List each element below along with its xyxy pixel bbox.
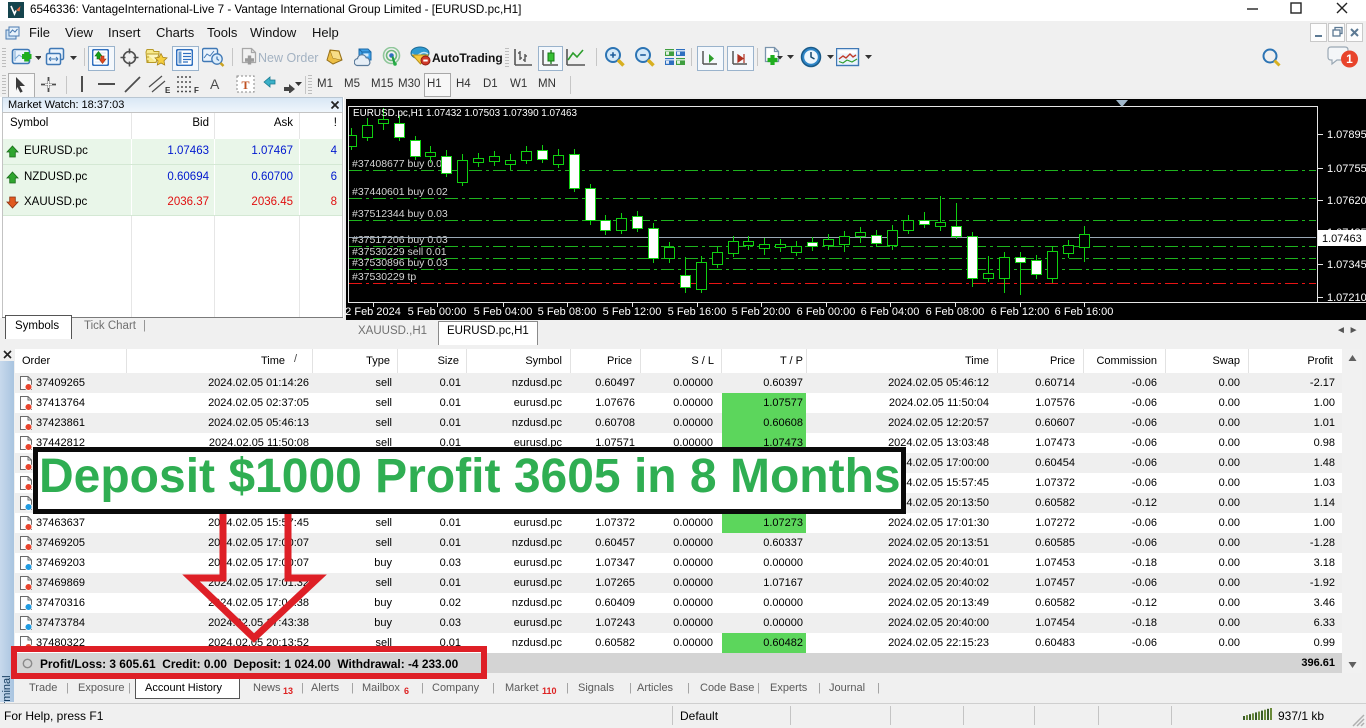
svg-text:5 Feb 00:00: 5 Feb 00:00 (408, 306, 467, 318)
svg-text:5 Feb 16:00: 5 Feb 16:00 (668, 306, 727, 318)
svg-text:EURUSD.pc,H1 1.07432 1.07503: EURUSD.pc,H1 1.07432 1.07503 1.07390 1.0… (353, 108, 578, 119)
svg-text:2 Feb 2024: 2 Feb 2024 (345, 306, 401, 318)
svg-text:1.07345: 1.07345 (1327, 259, 1366, 271)
svg-text:1.07620: 1.07620 (1327, 195, 1366, 207)
svg-text:#37408677 buy 0.02: #37408677 buy 0.02 (352, 158, 448, 170)
svg-text:5 Feb 12:00: 5 Feb 12:00 (603, 306, 662, 318)
svg-text:6 Feb 16:00: 6 Feb 16:00 (1055, 306, 1114, 318)
svg-text:6 Feb 08:00: 6 Feb 08:00 (926, 306, 985, 318)
svg-text:6 Feb 04:00: 6 Feb 04:00 (861, 306, 920, 318)
svg-text:#37517206 buy 0.03: #37517206 buy 0.03 (352, 234, 448, 246)
svg-text:1: 1 (1346, 52, 1353, 66)
svg-text:5 Feb 08:00: 5 Feb 08:00 (538, 306, 597, 318)
svg-text:5 Feb 04:00: 5 Feb 04:00 (474, 306, 533, 318)
svg-text:5 Feb 20:00: 5 Feb 20:00 (732, 306, 791, 318)
svg-text:6 Feb 00:00: 6 Feb 00:00 (797, 306, 856, 318)
svg-text:E: E (165, 86, 171, 94)
svg-text:#37530229 tp: #37530229 tp (352, 271, 416, 283)
svg-text:F: F (194, 86, 199, 94)
svg-text:6 Feb 12:00: 6 Feb 12:00 (991, 306, 1050, 318)
svg-text:T: T (241, 78, 249, 92)
svg-text:#37530896 buy 0.03: #37530896 buy 0.03 (352, 257, 448, 269)
svg-text:#37512344 buy 0.03: #37512344 buy 0.03 (352, 208, 448, 220)
svg-text:1.07755: 1.07755 (1327, 163, 1366, 175)
svg-text:1.07463: 1.07463 (1322, 233, 1362, 245)
svg-text:1.07895: 1.07895 (1327, 129, 1366, 141)
svg-text:#37440601 buy 0.02: #37440601 buy 0.02 (352, 186, 448, 198)
